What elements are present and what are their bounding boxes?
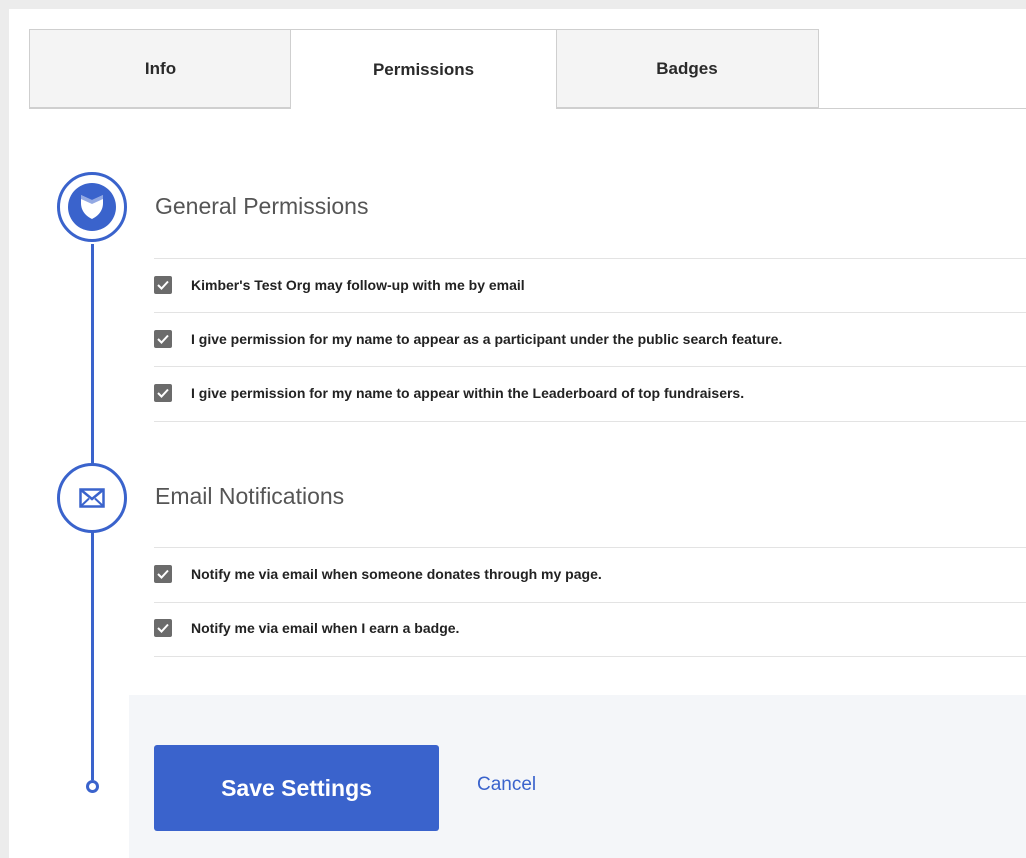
checkbox-checked[interactable]: [154, 384, 172, 402]
cancel-link[interactable]: Cancel: [477, 774, 536, 796]
checkbox-checked[interactable]: [154, 276, 172, 294]
email-notifications-title: Email Notifications: [155, 483, 345, 509]
notification-label: Notify me via email when I earn a badge.: [191, 620, 460, 636]
notification-label: Notify me via email when someone donates…: [191, 566, 602, 582]
left-border: [0, 9, 9, 858]
envelope-icon: [79, 488, 105, 508]
divider: [154, 656, 1026, 657]
save-settings-button[interactable]: Save Settings: [154, 745, 439, 831]
tab-badges-label: Badges: [656, 58, 718, 78]
tab-permissions[interactable]: Permissions: [290, 29, 557, 109]
email-notifications-marker: [57, 463, 127, 533]
divider: [154, 312, 1026, 313]
general-permissions-marker: [57, 172, 127, 242]
divider: [154, 421, 1026, 422]
general-permissions-title: General Permissions: [155, 193, 369, 219]
tab-bar: Info Permissions Badges: [29, 29, 1026, 109]
tab-badges[interactable]: Badges: [555, 29, 819, 108]
notification-donation[interactable]: Notify me via email when someone donates…: [154, 561, 602, 587]
tab-permissions-label: Permissions: [372, 59, 475, 79]
tab-info[interactable]: Info: [29, 29, 292, 108]
divider: [154, 366, 1026, 367]
divider: [154, 602, 1026, 603]
checkbox-checked[interactable]: [154, 330, 172, 348]
permission-public-search[interactable]: I give permission for my name to appear …: [154, 326, 782, 352]
divider: [154, 547, 1026, 548]
checkbox-checked[interactable]: [154, 619, 172, 637]
top-border: [0, 0, 1026, 9]
notification-badge-earned[interactable]: Notify me via email when I earn a badge.: [154, 615, 459, 641]
divider: [154, 258, 1026, 259]
checkbox-checked[interactable]: [154, 565, 172, 583]
permission-leaderboard[interactable]: I give permission for my name to appear …: [154, 380, 744, 406]
permission-label: I give permission for my name to appear …: [191, 331, 783, 347]
permission-follow-up-email[interactable]: Kimber's Test Org may follow-up with me …: [154, 272, 525, 298]
timeline-end-marker: [86, 780, 99, 793]
permission-label: Kimber's Test Org may follow-up with me …: [191, 277, 525, 293]
tab-info-label: Info: [144, 58, 177, 78]
permission-label: I give permission for my name to appear …: [191, 385, 745, 401]
shield-icon: [68, 183, 116, 231]
